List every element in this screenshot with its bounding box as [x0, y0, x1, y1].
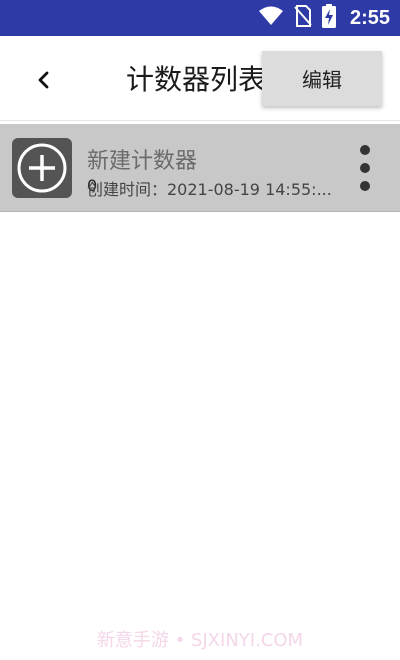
wifi-icon — [258, 6, 284, 30]
counter-list-item[interactable]: 新建计数器 0 创建时间：2021-08-19 14:55:... — [0, 124, 400, 212]
status-icons: 2:55 — [258, 0, 390, 36]
menu-item-edit[interactable]: 编辑 — [262, 51, 382, 106]
more-options-button[interactable] — [350, 142, 380, 194]
add-circle-icon — [12, 138, 72, 198]
counter-title: 新建计数器 — [87, 149, 198, 174]
no-sim-icon — [294, 5, 312, 31]
watermark: 新意手游 • SJXINYI.COM — [96, 630, 304, 651]
more-dot — [360, 181, 370, 191]
battery-charging-icon — [321, 4, 336, 32]
back-button[interactable] — [24, 60, 64, 100]
chevron-left-icon — [38, 71, 49, 89]
status-time: 2:55 — [349, 6, 390, 29]
counter-created-time: 创建时间：2021-08-19 14:55:... — [87, 180, 332, 199]
more-dot — [360, 163, 370, 173]
status-bar: 2:55 — [0, 0, 400, 36]
more-vertical-icon — [360, 145, 370, 155]
menu-item-edit-label: 编辑 — [302, 68, 342, 92]
page-title: 计数器列表 — [126, 63, 267, 96]
